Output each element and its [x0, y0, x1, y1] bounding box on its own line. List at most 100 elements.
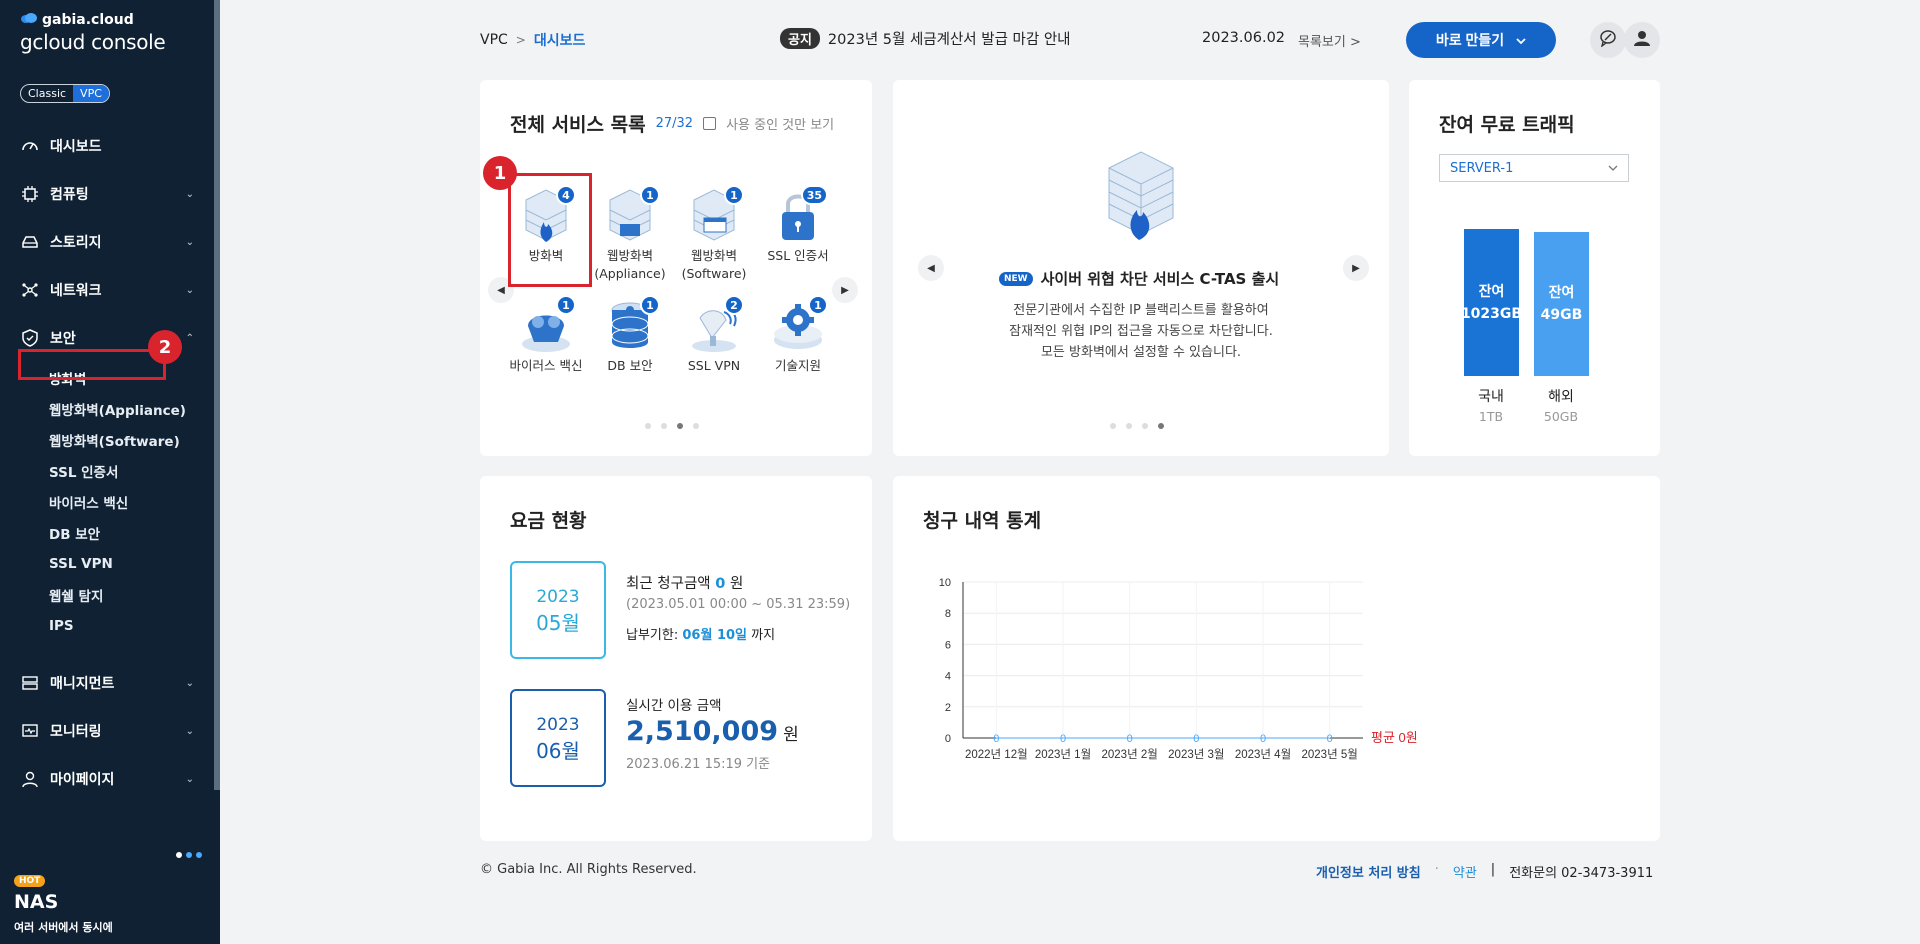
submenu-waf-appliance[interactable]: 웹방화벽(Appliance) — [49, 393, 214, 424]
chat-button[interactable] — [1590, 22, 1626, 58]
data-label: 0 — [1193, 733, 1199, 745]
in-use-checkbox[interactable] — [703, 117, 717, 130]
antivirus-icon: 1 — [516, 295, 576, 357]
service-item-antivirus[interactable]: 1 바이러스 백신 — [504, 295, 588, 375]
chevron-down-icon: ⌄ — [185, 725, 194, 737]
brand-top-text: gabia.cloud — [42, 12, 134, 28]
breadcrumb-separator: > — [515, 33, 526, 47]
chevron-down-icon: ⌄ — [185, 677, 194, 689]
breadcrumb-root[interactable]: VPC — [480, 32, 508, 48]
y-tick-label: 8 — [945, 608, 951, 620]
breadcrumb: VPC > 대시보드 — [480, 30, 585, 50]
terms-link[interactable]: 약관 — [1453, 862, 1477, 881]
sidebar-item-label: 모니터링 — [50, 724, 102, 740]
banner-title-row[interactable]: NEW 사이버 위협 차단 서비스 C-TAS 출시 — [999, 268, 1279, 289]
service-pager[interactable] — [645, 423, 699, 429]
sidebar: gabia.cloud gcloud console Classic VPC 대… — [0, 0, 220, 944]
chevron-down-icon: ⌄ — [185, 773, 194, 785]
sidebar-item-network[interactable]: 네트워크 ⌄ — [0, 266, 214, 314]
server-select-value: SERVER-1 — [1450, 160, 1514, 176]
promo-banner[interactable]: HOT NAS 여러 서버에서 동시에 — [14, 868, 113, 935]
sidebar-item-management[interactable]: 매니지먼트 ⌄ — [0, 659, 214, 707]
count-badge: 1 — [724, 185, 744, 205]
service-label: 웹방화벽 (Appliance) — [594, 248, 666, 281]
sidebar-item-monitoring[interactable]: 모니터링 ⌄ — [0, 707, 214, 755]
realtime-year: 2023 — [536, 715, 580, 735]
toggle-classic[interactable]: Classic — [21, 85, 73, 102]
x-tick-label: 2022년 12월 — [965, 748, 1028, 761]
service-item-ssl-vpn[interactable]: 2 SSL VPN — [672, 295, 756, 375]
sidebar-scrollbar[interactable] — [214, 0, 220, 790]
satellite-icon: 2 — [684, 295, 744, 357]
promo-pager[interactable] — [176, 852, 202, 858]
x-tick-label: 2023년 2월 — [1101, 748, 1157, 761]
shield-icon — [20, 328, 40, 348]
news-banner-card: ◀ ▶ NEW 사이버 위협 차단 서비스 C-TAS 출시 전문기관에서 수집… — [893, 80, 1389, 456]
count-badge: 1 — [640, 185, 660, 205]
service-list-header: 전체 서비스 목록 27/32 사용 중인 것만 보기 — [510, 110, 834, 137]
sidebar-item-storage[interactable]: 스토리지 ⌄ — [0, 218, 214, 266]
service-item-db-security[interactable]: 1 DB 보안 — [588, 295, 672, 375]
service-label: 기술지원 — [774, 358, 821, 373]
quick-create-button[interactable]: 바로 만들기 — [1406, 22, 1556, 58]
submenu-waf-software[interactable]: 웹방화벽(Software) — [49, 424, 214, 455]
banner-pager[interactable] — [1110, 423, 1164, 429]
submenu-webshell[interactable]: 웹쉘 탐지 — [49, 579, 214, 610]
notice-list-link[interactable]: 목록보기 > — [1298, 31, 1361, 50]
sidebar-item-dashboard[interactable]: 대시보드 — [0, 122, 214, 170]
next-banner-button[interactable]: ▶ — [1343, 255, 1369, 281]
sidebar-item-mypage[interactable]: 마이페이지 ⌄ — [0, 755, 214, 803]
submenu-ssl-vpn[interactable]: SSL VPN — [49, 548, 214, 579]
service-label: SSL 인증서 — [767, 248, 829, 263]
caret-left-icon: ◀ — [927, 262, 935, 274]
monitor-icon — [20, 721, 40, 741]
toggle-vpc[interactable]: VPC — [73, 85, 109, 102]
server-select[interactable]: SERVER-1 — [1439, 154, 1629, 182]
prev-banner-button[interactable]: ◀ — [918, 255, 944, 281]
chevron-down-icon — [1516, 32, 1526, 48]
console-type-toggle[interactable]: Classic VPC — [20, 84, 110, 103]
submenu-antivirus[interactable]: 바이러스 백신 — [49, 486, 214, 517]
sidebar-item-label: 마이페이지 — [50, 772, 115, 788]
chevron-down-icon — [1608, 161, 1618, 176]
count-badge: 2 — [724, 295, 744, 315]
recent-fee-info: 최근 청구금액 0 원 (2023.05.01 00:00 ~ 05.31 23… — [626, 572, 850, 643]
submenu-db-security[interactable]: DB 보안 — [49, 517, 214, 548]
service-item-waf-software[interactable]: 1 웹방화벽 (Software) — [672, 185, 756, 283]
service-item-ssl-cert[interactable]: 35 SSL 인증서 — [756, 185, 840, 283]
x-tick-label: 2023년 5월 — [1301, 748, 1357, 761]
sidebar-item-computing[interactable]: 컴퓨팅 ⌄ — [0, 170, 214, 218]
network-icon — [20, 280, 40, 300]
brand-logo[interactable]: gabia.cloud gcloud console — [20, 12, 166, 54]
copyright: © Gabia Inc. All Rights Reserved. — [480, 862, 697, 877]
security-submenu: 방화벽 웹방화벽(Appliance) 웹방화벽(Software) SSL 인… — [0, 362, 214, 641]
profile-button[interactable] — [1624, 22, 1660, 58]
submenu-ips[interactable]: IPS — [49, 610, 214, 641]
count-badge: 35 — [800, 185, 828, 205]
footer-divider: | — [1490, 862, 1496, 877]
privacy-link[interactable]: 개인정보 처리 방침 — [1316, 862, 1421, 881]
next-services-button[interactable]: ▶ — [832, 277, 858, 303]
y-tick-label: 2 — [945, 702, 951, 714]
fee-title: 요금 현황 — [510, 510, 587, 532]
highlight-box-firewall-service — [508, 173, 592, 287]
in-use-label[interactable]: 사용 중인 것만 보기 — [726, 114, 834, 133]
recent-fee-unit: 원 — [729, 576, 744, 592]
service-item-waf-appliance[interactable]: 1 웹방화벽 (Appliance) — [588, 185, 672, 283]
notice-text[interactable]: 2023년 5월 세금계산서 발급 마감 안내 — [828, 28, 1071, 49]
count-badge: 1 — [808, 295, 828, 315]
x-tick-label: 2023년 4월 — [1235, 748, 1291, 761]
annotation-step-1: 1 — [483, 156, 517, 190]
traffic-title: 잔여 무료 트래픽 — [1439, 114, 1575, 136]
promo-title: NAS — [14, 891, 59, 913]
chevron-down-icon: ⌄ — [185, 188, 194, 200]
service-item-tech-support[interactable]: 1 기술지원 — [756, 295, 840, 375]
notice-bar[interactable]: 공지 2023년 5월 세금계산서 발급 마감 안내 — [780, 28, 1071, 49]
realtime-month: 06월 — [536, 739, 580, 763]
submenu-ssl-cert[interactable]: SSL 인증서 — [49, 455, 214, 486]
caret-left-icon: ◀ — [497, 284, 505, 296]
recent-fee-period: (2023.05.01 00:00 ~ 05.31 23:59) — [626, 597, 851, 612]
highlight-box-firewall-menu — [18, 349, 166, 380]
service-label: 바이러스 백신 — [509, 358, 583, 373]
realtime-fee-label: 실시간 이용 금액 — [626, 698, 722, 714]
